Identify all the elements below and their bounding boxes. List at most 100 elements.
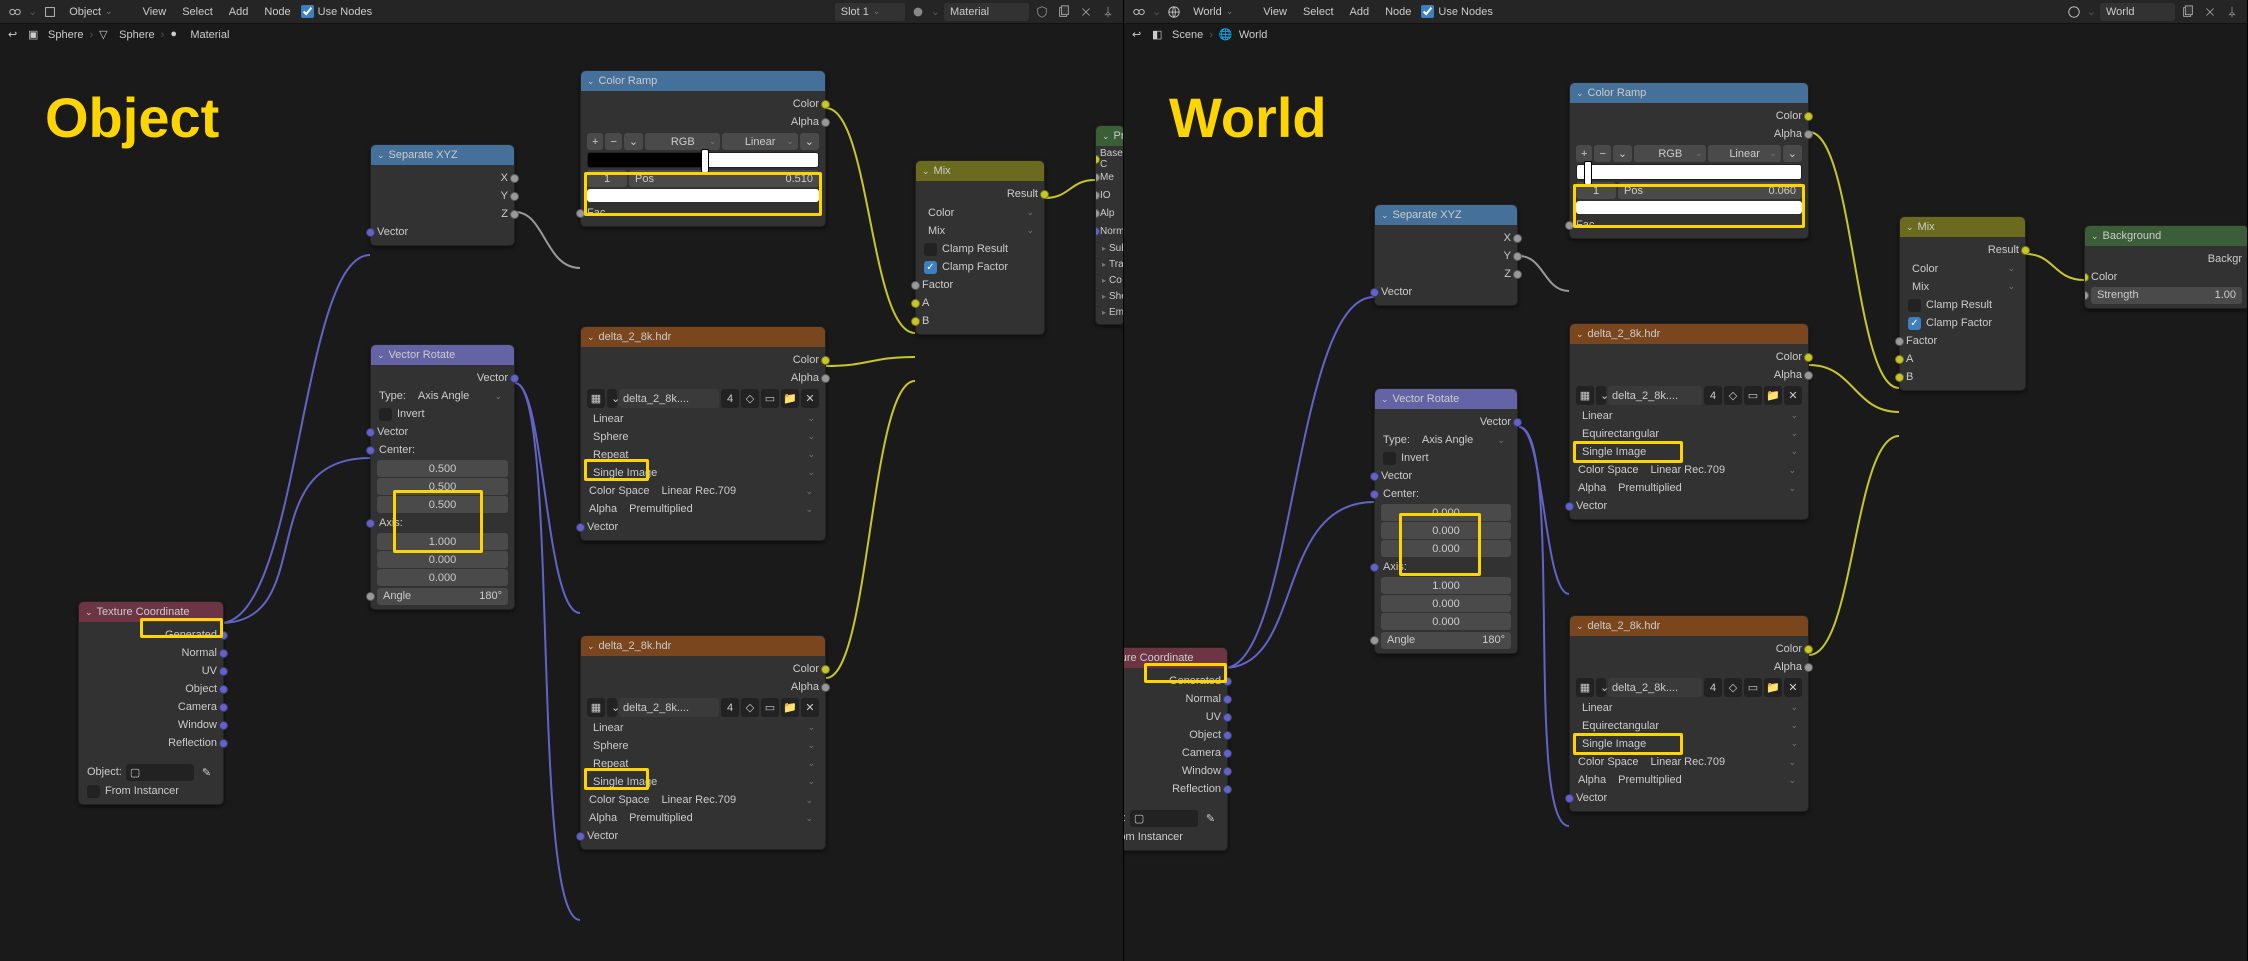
world-icon[interactable]: [2065, 3, 2083, 21]
shield-icon[interactable]: [1033, 3, 1051, 21]
node-texture-coordinate[interactable]: ⌄Texture Coordinate Generated Normal UV …: [1124, 647, 1228, 851]
node-vector-rotate[interactable]: ⌄Vector Rotate Vector Type:Axis Angle In…: [370, 344, 515, 610]
stop-pos[interactable]: Pos0.510: [629, 170, 819, 187]
node-mix[interactable]: ⌄Mix Result Color Mix Clamp Result Clamp…: [1899, 216, 2026, 391]
menu-node[interactable]: Node: [1379, 3, 1417, 21]
pin-icon[interactable]: [2223, 3, 2241, 21]
slot-select[interactable]: Slot 1: [835, 3, 905, 21]
open-icon[interactable]: 📁: [781, 389, 799, 408]
new-icon[interactable]: ▭: [761, 389, 779, 408]
menu-select[interactable]: Select: [1297, 3, 1340, 21]
image-icon[interactable]: ▦: [587, 389, 605, 408]
node-header[interactable]: ⌄Texture Coordinate: [79, 602, 223, 622]
mix-type[interactable]: Color: [922, 204, 1038, 221]
material-sphere-icon[interactable]: [909, 3, 927, 21]
topbar-right: ⌄ World View Select Add Node Use Nodes ⌄…: [1124, 0, 2247, 24]
node-color-ramp[interactable]: ⌄Color Ramp Color Alpha +−⌄ RGB Linear ⌄…: [1569, 82, 1809, 239]
node-env-texture-1[interactable]: ⌄delta_2_8k.hdr Color Alpha ▦⌄ delta_2_8…: [580, 326, 826, 541]
pin-icon[interactable]: [1099, 3, 1117, 21]
center-z[interactable]: 0.500: [377, 496, 508, 513]
invert-check[interactable]: Invert: [371, 405, 514, 423]
node-separate-xyz[interactable]: ⌄Separate XYZ X Y Z Vector: [1374, 204, 1518, 306]
unlink-icon[interactable]: [1077, 3, 1095, 21]
menu-select[interactable]: Select: [176, 3, 219, 21]
node-separate-xyz[interactable]: ⌄Separate XYZ X Y Z Vector: [370, 144, 515, 246]
node-principled-bsdf[interactable]: ⌄Prin Base C Me IO Alp Norma ▸Sub ▸Tra ▸…: [1095, 125, 1124, 325]
unlink-icon[interactable]: [2201, 3, 2219, 21]
node-vector-rotate[interactable]: ⌄Vector Rotate Vector Type:Axis Angle In…: [1374, 388, 1518, 654]
breadcrumb-sphere1[interactable]: Sphere: [48, 29, 83, 41]
new-icon[interactable]: [1055, 3, 1073, 21]
node-env-texture-2[interactable]: ⌄delta_2_8k.hdr Color Alpha ▦⌄ delta_2_8…: [1569, 615, 1809, 812]
eyedropper-icon[interactable]: ✎: [1202, 810, 1219, 827]
menu-add[interactable]: Add: [223, 3, 255, 21]
material-field[interactable]: Material: [944, 3, 1029, 21]
use-nodes-toggle[interactable]: Use Nodes: [1421, 5, 1492, 18]
menu-view[interactable]: View: [1257, 3, 1293, 21]
shield-icon[interactable]: ◇: [741, 389, 759, 408]
mesh-icon: ▣: [28, 28, 42, 42]
interp-select[interactable]: Linear: [587, 410, 819, 427]
source-select[interactable]: Single Image: [587, 464, 819, 481]
add-stop[interactable]: +: [587, 133, 603, 150]
special-menu[interactable]: ⌄: [800, 133, 819, 150]
object-icon[interactable]: [41, 3, 59, 21]
breadcrumb-world[interactable]: World: [1239, 29, 1268, 41]
node-background[interactable]: ⌄Background Backgr Color Strength1.00: [2084, 225, 2248, 309]
angle-field[interactable]: Angle180°: [377, 588, 508, 605]
back-icon[interactable]: ↩: [1132, 28, 1146, 42]
colorspace-select[interactable]: Linear Rec.709: [656, 483, 817, 500]
node-env-texture-1[interactable]: ⌄delta_2_8k.hdr Color Alpha ▦⌄ delta_2_8…: [1569, 323, 1809, 520]
world-field[interactable]: World: [2100, 3, 2175, 21]
stop-menu[interactable]: ⌄: [624, 133, 643, 150]
world-icon[interactable]: [1165, 3, 1183, 21]
image-datablock[interactable]: ▦⌄ delta_2_8k.... 4 ◇ ▭ 📁 ✕: [587, 389, 819, 408]
data-type-select[interactable]: World: [1187, 3, 1239, 21]
output-generated[interactable]: Generated: [1124, 672, 1227, 690]
color-ramp-gradient[interactable]: [587, 152, 819, 168]
scene-icon: ◧: [1152, 28, 1166, 42]
material-icon: ●: [170, 28, 184, 42]
repeat-select[interactable]: Repeat: [587, 446, 819, 463]
node-color-ramp[interactable]: ⌄Color Ramp Color Alpha + − ⌄ RGB Linear…: [580, 70, 826, 227]
stop-color[interactable]: [587, 189, 819, 202]
editor-type-icon[interactable]: [6, 3, 24, 21]
clamp-factor[interactable]: Clamp Factor: [916, 258, 1044, 276]
use-nodes-toggle[interactable]: Use Nodes: [301, 5, 372, 18]
stop-index[interactable]: 1: [587, 170, 627, 187]
unlink-icon[interactable]: ✕: [801, 389, 819, 408]
node-mix[interactable]: ⌄Mix Result Color Mix Clamp Result Clamp…: [915, 160, 1045, 335]
type-select[interactable]: Axis Angle: [412, 388, 506, 405]
alpha-select[interactable]: Premultiplied: [623, 501, 817, 518]
world-pane: ⌄ World View Select Add Node Use Nodes ⌄…: [1124, 0, 2248, 961]
clamp-result[interactable]: Clamp Result: [916, 240, 1044, 258]
object-field-row[interactable]: Object: ▢ ✎: [79, 762, 223, 782]
menu-view[interactable]: View: [137, 3, 173, 21]
back-icon[interactable]: ↩: [8, 28, 22, 42]
center-y[interactable]: 0.500: [377, 478, 508, 495]
color-mode[interactable]: RGB: [645, 133, 720, 150]
blend-mode[interactable]: Mix: [922, 222, 1038, 239]
menu-add[interactable]: Add: [1344, 3, 1376, 21]
world-icon: 🌐: [1219, 28, 1233, 42]
node-env-texture-2[interactable]: ⌄delta_2_8k.hdr Color Alpha ▦⌄ delta_2_8…: [580, 635, 826, 850]
from-instancer-check[interactable]: From Instancer: [79, 782, 223, 800]
object-pane: ⌄ Object View Select Add Node Use Nodes …: [0, 0, 1124, 961]
projection-select[interactable]: Sphere: [587, 428, 819, 445]
breadcrumb-material[interactable]: Material: [190, 29, 229, 41]
breadcrumb-scene[interactable]: Scene: [1172, 29, 1203, 41]
color-ramp-gradient[interactable]: [1576, 164, 1802, 180]
node-texture-coordinate[interactable]: ⌄Texture Coordinate Generated Normal UV …: [78, 601, 224, 805]
menu-node[interactable]: Node: [258, 3, 296, 21]
remove-stop[interactable]: −: [605, 133, 621, 150]
breadcrumb-sphere2[interactable]: Sphere: [119, 29, 154, 41]
output-generated[interactable]: Generated: [79, 626, 223, 644]
world-label: World: [1169, 85, 1327, 150]
interp-mode[interactable]: Linear: [722, 133, 797, 150]
data-type-select[interactable]: Object: [63, 3, 118, 21]
editor-type-icon[interactable]: [1130, 3, 1148, 21]
center-x[interactable]: 0.500: [377, 460, 508, 477]
new-icon[interactable]: [2179, 3, 2197, 21]
cube-icon: ▢: [130, 766, 140, 779]
eyedropper-icon[interactable]: ✎: [198, 764, 215, 781]
